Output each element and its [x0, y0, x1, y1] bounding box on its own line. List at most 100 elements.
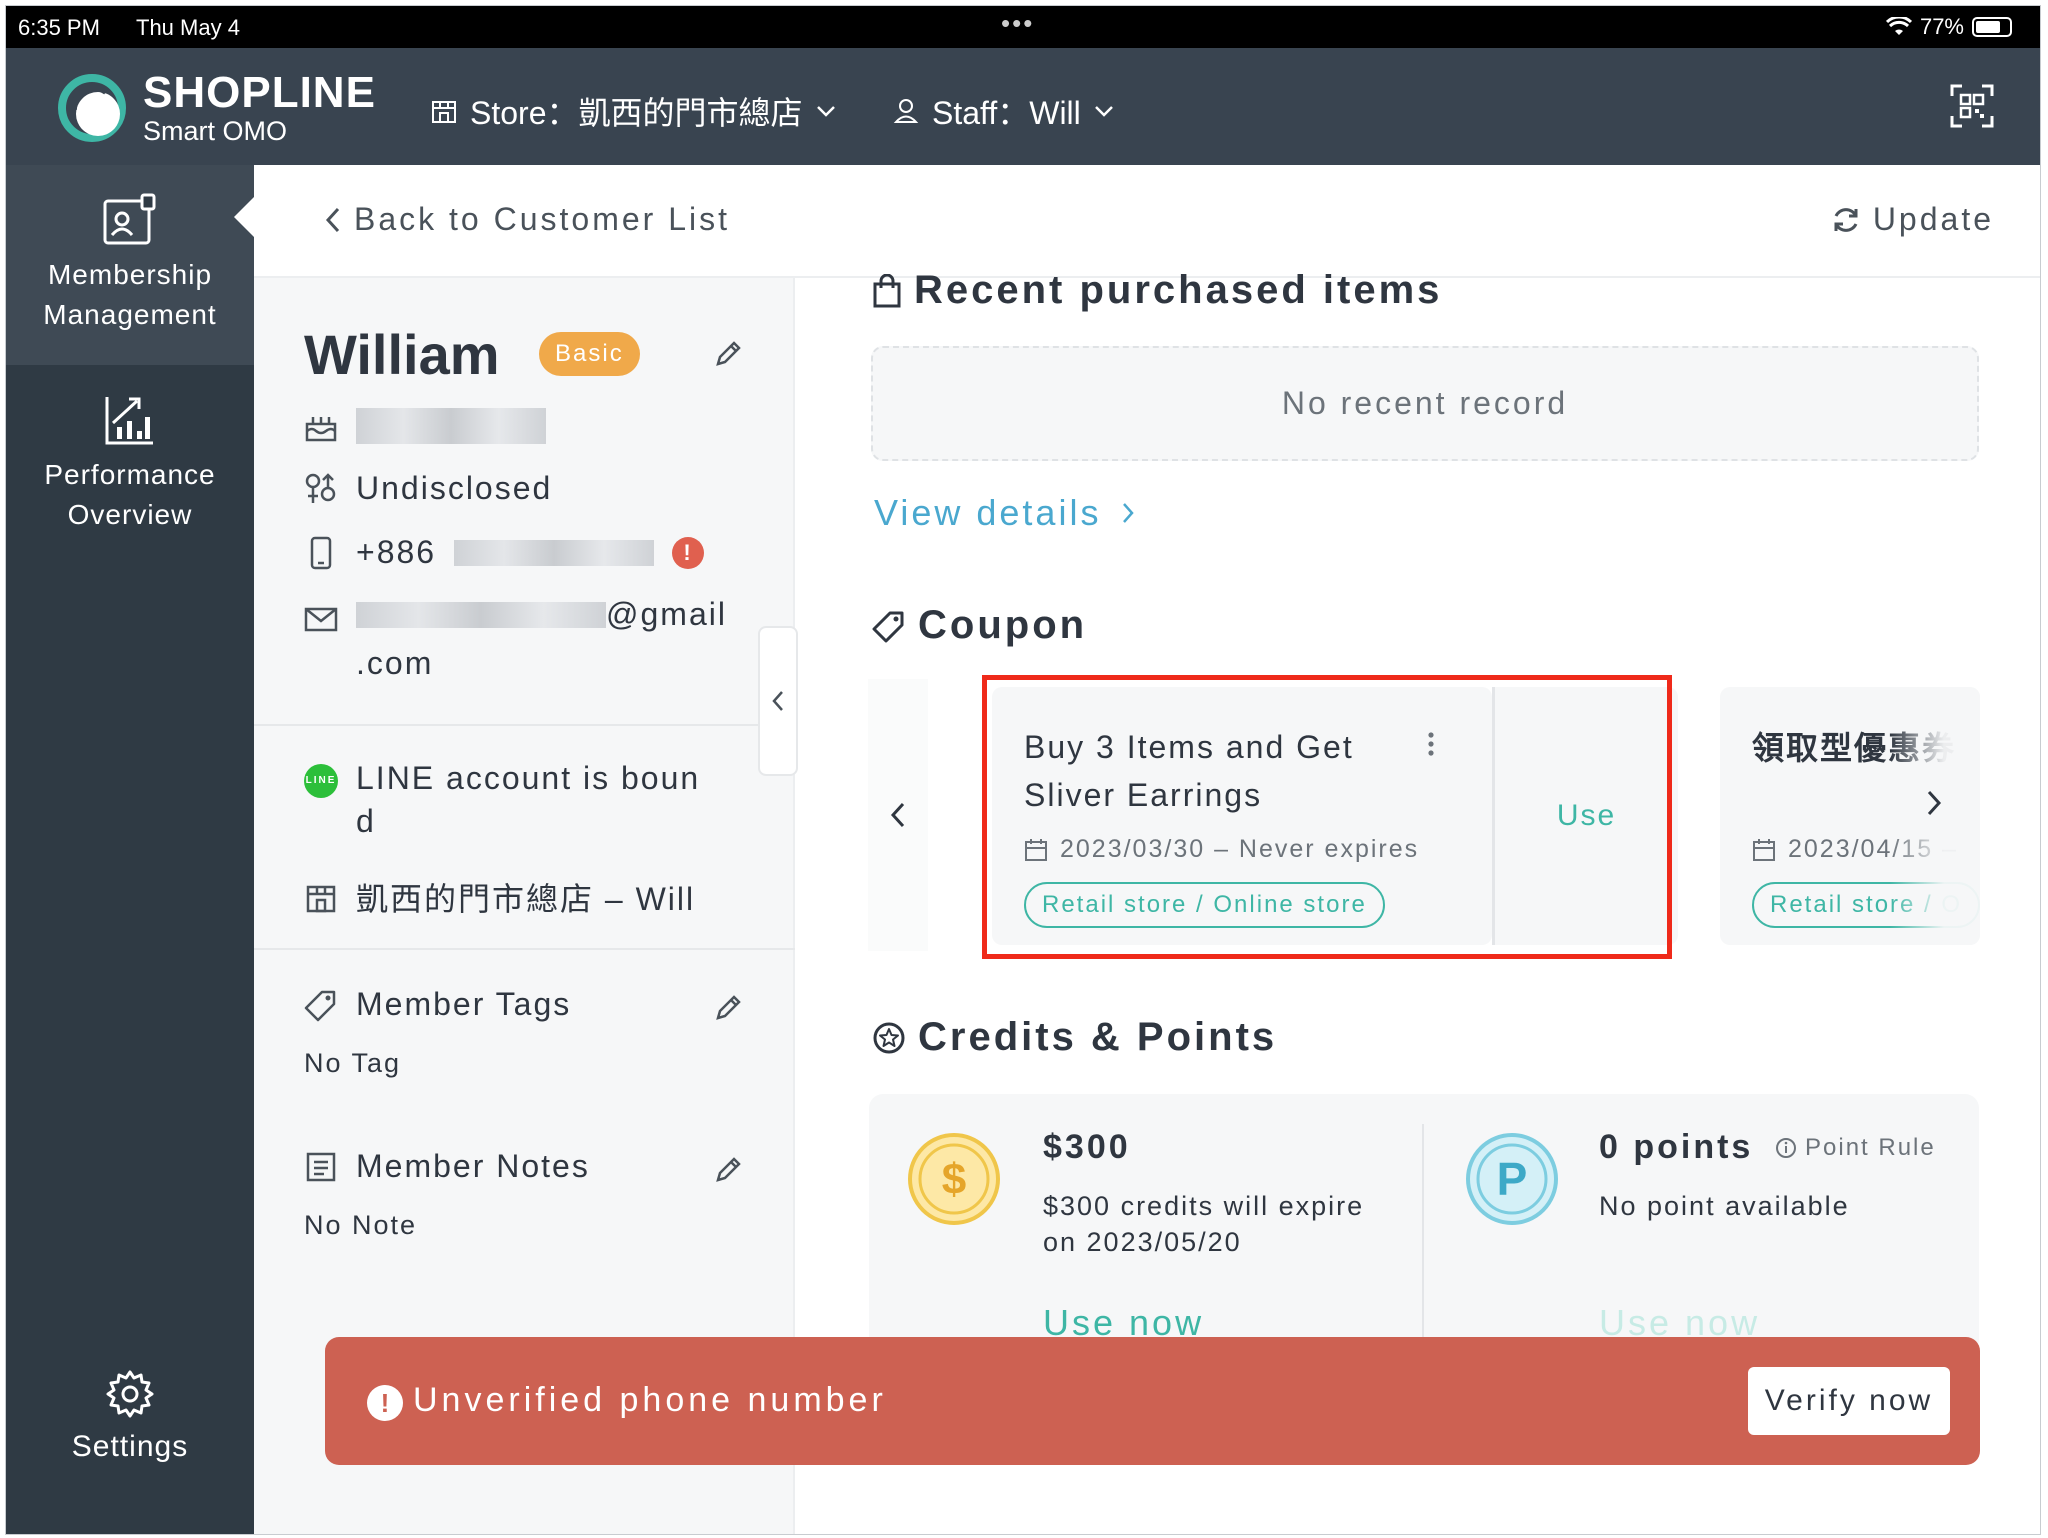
sub-header: Back to Customer List Update	[254, 165, 2040, 278]
recent-purchases-empty: No recent record	[871, 346, 1979, 461]
gender-value: Undisclosed	[356, 470, 553, 506]
tag-icon	[872, 611, 904, 642]
chart-icon	[105, 397, 153, 445]
status-bar: 6:35 PM Thu May 4 ••• 77%	[6, 6, 2040, 48]
app-header: SHOPLINE Smart OMO Store：凱西的門市總店 Staff：W…	[6, 48, 2040, 165]
member-tags-header: Member Tags	[304, 986, 571, 1023]
wifi-icon	[1885, 17, 1912, 35]
multitask-dots-icon[interactable]: •••	[1001, 8, 1034, 39]
sidebar-item-performance[interactable]: Performance Overview	[6, 393, 254, 553]
phone-redacted	[454, 539, 655, 566]
gender-icon	[305, 472, 336, 503]
line-status-text: LINE account is boun	[356, 760, 701, 796]
member-notes-header: Member Notes	[304, 1148, 590, 1185]
line-status-row: LINE LINE account is boun d	[304, 760, 700, 840]
phone-warning-icon[interactable]: !	[672, 536, 705, 569]
badge-star-icon	[873, 1022, 905, 1053]
chevron-down-icon	[1094, 106, 1113, 117]
birthday-cake-icon	[305, 417, 337, 442]
brand-name: SHOPLINE	[143, 68, 376, 117]
warning-icon: !	[367, 1385, 403, 1421]
sidebar-label: Membership	[47, 259, 213, 290]
point-rule-label: Point Rule	[1805, 1134, 1936, 1161]
coupon-title: Coupon	[918, 603, 1088, 647]
store-selector[interactable]: Store：凱西的門市總店	[430, 88, 837, 134]
recent-purchases-title: Recent purchased items	[914, 268, 1443, 312]
store-label: Store：凱西的門市總店	[470, 95, 803, 131]
back-to-customer-list-link[interactable]: Back to Customer List	[324, 201, 730, 238]
coupon-header: Coupon	[872, 603, 1087, 648]
email-redacted	[356, 601, 606, 628]
sidebar-item-settings[interactable]: Settings	[6, 1369, 254, 1489]
staff-label: Staff：Will	[932, 95, 1081, 131]
chevron-left-icon	[325, 207, 340, 232]
member-notes-value: No Note	[304, 1210, 418, 1240]
divider	[1422, 1124, 1424, 1354]
mail-icon	[304, 607, 338, 632]
settings-label: Settings	[71, 1430, 189, 1463]
svg-text:P: P	[1497, 1153, 1528, 1205]
points-amount: 0 points	[1599, 1128, 1754, 1166]
update-label: Update	[1872, 201, 1994, 237]
credits-points-title: Credits & Points	[918, 1015, 1278, 1059]
brand: SHOPLINE Smart OMO	[143, 68, 376, 147]
store-staff-value: 凱西的門市總店 – Will	[356, 881, 696, 917]
status-time: 6:35 PM	[18, 15, 100, 40]
chevron-left-icon	[772, 691, 783, 711]
credits-points-card: $ $300 $300 credits will expire on 2023/…	[869, 1094, 1979, 1354]
points-description: No point available	[1599, 1191, 1850, 1221]
points-p-icon: P	[1466, 1133, 1558, 1225]
staff-icon	[893, 99, 919, 123]
highlight-box	[982, 675, 1672, 959]
status-date: Thu May 4	[136, 15, 240, 40]
chevron-right-icon	[1123, 503, 1135, 523]
phone-prefix: +886	[356, 534, 437, 570]
member-card-icon	[103, 193, 156, 245]
line-app-icon: LINE	[304, 764, 338, 798]
unverified-phone-toast: ! Unverified phone number Verify now	[325, 1337, 1980, 1465]
sidebar-label: Performance	[44, 459, 216, 490]
staff-selector[interactable]: Staff：Will	[892, 88, 1115, 134]
store-icon	[432, 101, 456, 123]
store-staff-row: 凱西的門市總店 – Will	[304, 874, 695, 920]
store-icon	[306, 885, 336, 913]
credits-coin-icon: $	[908, 1133, 1000, 1225]
view-details-link[interactable]: View details	[874, 492, 1135, 534]
gear-icon	[106, 1370, 154, 1418]
sidebar-label: Overview	[67, 499, 193, 530]
status-right: 77%	[1885, 14, 2012, 40]
edit-tags-icon[interactable]	[712, 992, 744, 1024]
birthday-redacted	[356, 408, 546, 444]
member-tags-title: Member Tags	[356, 986, 572, 1022]
sidebar-item-membership[interactable]: Membership Management	[6, 165, 254, 365]
member-notes-title: Member Notes	[356, 1148, 590, 1184]
chevron-down-icon	[816, 106, 835, 117]
calendar-icon	[1753, 838, 1775, 861]
credits-amount: $300	[1043, 1128, 1131, 1166]
point-rule-link[interactable]: Point Rule	[1775, 1134, 1936, 1162]
active-pointer	[234, 197, 254, 237]
chevron-left-icon	[890, 802, 905, 828]
update-button[interactable]: Update	[1831, 201, 1994, 238]
divider	[254, 724, 795, 726]
brand-subtitle: Smart OMO	[143, 116, 288, 146]
coupon-prev-button[interactable]	[868, 679, 928, 951]
birthday-row	[304, 408, 546, 444]
battery-icon	[1972, 17, 2012, 37]
chevron-right-icon	[1927, 790, 1942, 816]
qr-scan-icon[interactable]	[1950, 84, 1994, 128]
collapse-panel-button[interactable]	[758, 626, 798, 776]
credits-desc-line: $300 credits will expire	[1043, 1191, 1365, 1221]
sidebar-label: Management	[43, 299, 217, 330]
shopline-logo-icon	[58, 74, 126, 142]
email-domain-end: .com	[356, 645, 434, 681]
coupon-carousel: Buy 3 Items and Get Sliver Earrings 2023…	[868, 675, 1980, 959]
verify-now-button[interactable]: Verify now	[1748, 1367, 1950, 1435]
coupon-next-button[interactable]	[1926, 789, 1942, 822]
refresh-icon	[1834, 207, 1858, 232]
tag-icon	[304, 990, 336, 1021]
credits-desc-line: on 2023/05/20	[1043, 1227, 1242, 1257]
phone-row: +886 !	[304, 534, 705, 571]
edit-profile-icon[interactable]	[712, 338, 744, 370]
edit-notes-icon[interactable]	[712, 1154, 744, 1186]
